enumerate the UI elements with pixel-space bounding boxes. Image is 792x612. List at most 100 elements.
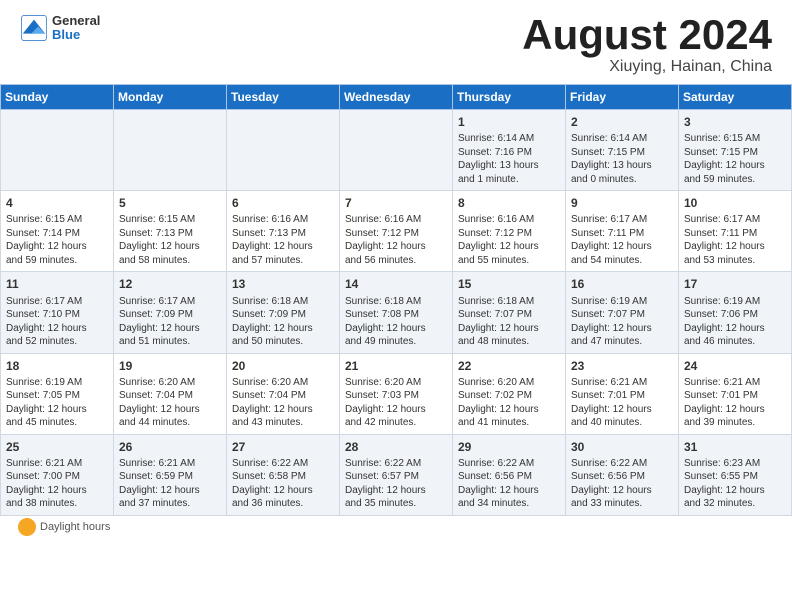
day-number: 17 [684,276,786,292]
calendar-cell: 16 Sunrise: 6:19 AM Sunset: 7:07 PM Dayli… [566,272,679,353]
day-number: 28 [345,439,447,455]
calendar-cell: 18Sunrise: 6:19 AM Sunset: 7:05 PM Dayli… [1,353,114,434]
calendar-week-3: 18Sunrise: 6:19 AM Sunset: 7:05 PM Dayli… [1,353,792,434]
calendar-cell: 28 Sunrise: 6:22 AM Sunset: 6:57 PM Dayli… [340,434,453,515]
day-number: 30 [571,439,673,455]
day-number: 8 [458,195,560,211]
day-info: Sunrise: 6:15 AM Sunset: 7:13 PM Dayligh… [119,213,221,267]
day-number: 15 [458,276,560,292]
day-info: Sunrise: 6:14 AM Sunset: 7:15 PM Dayligh… [571,132,673,186]
page-header: General Blue August 2024 Xiuying, Hainan… [0,0,792,84]
title-block: August 2024 Xiuying, Hainan, China [522,14,772,76]
day-info: Sunrise: 6:21 AM Sunset: 7:01 PM Dayligh… [684,376,786,430]
day-number: 5 [119,195,221,211]
day-info: Sunrise: 6:20 AM Sunset: 7:04 PM Dayligh… [232,376,334,430]
calendar-cell: 23 Sunrise: 6:21 AM Sunset: 7:01 PM Dayli… [566,353,679,434]
day-info: Sunrise: 6:23 AM Sunset: 6:55 PM Dayligh… [684,457,786,511]
calendar-cell: 1Sunrise: 6:14 AM Sunset: 7:16 PM Daylig… [453,110,566,191]
header-cell-wednesday: Wednesday [340,85,453,110]
day-info: Sunrise: 6:18 AM Sunset: 7:07 PM Dayligh… [458,295,560,349]
calendar-cell: 12Sunrise: 6:17 AM Sunset: 7:09 PM Dayli… [114,272,227,353]
footer: Daylight hours [0,516,792,538]
day-info: Sunrise: 6:17 AM Sunset: 7:11 PM Dayligh… [571,213,673,267]
day-number: 20 [232,358,334,374]
day-info: Sunrise: 6:21 AM Sunset: 7:00 PM Dayligh… [6,457,108,511]
day-info: Sunrise: 6:18 AM Sunset: 7:09 PM Dayligh… [232,295,334,349]
calendar-body: 1Sunrise: 6:14 AM Sunset: 7:16 PM Daylig… [1,110,792,516]
day-number: 11 [6,276,108,292]
day-info: Sunrise: 6:19 AM Sunset: 7:06 PM Dayligh… [684,295,786,349]
calendar-cell: 6 Sunrise: 6:16 AM Sunset: 7:13 PM Daylig… [227,191,340,272]
day-info: Sunrise: 6:20 AM Sunset: 7:02 PM Dayligh… [458,376,560,430]
calendar-cell: 15 Sunrise: 6:18 AM Sunset: 7:07 PM Dayli… [453,272,566,353]
header-cell-sunday: Sunday [1,85,114,110]
calendar-cell: 21 Sunrise: 6:20 AM Sunset: 7:03 PM Dayli… [340,353,453,434]
calendar-cell: 5 Sunrise: 6:15 AM Sunset: 7:13 PM Daylig… [114,191,227,272]
calendar-week-2: 11 Sunrise: 6:17 AM Sunset: 7:10 PM Dayli… [1,272,792,353]
day-info: Sunrise: 6:16 AM Sunset: 7:12 PM Dayligh… [458,213,560,267]
day-number: 18 [6,358,108,374]
header-cell-monday: Monday [114,85,227,110]
header-cell-thursday: Thursday [453,85,566,110]
calendar-cell: 17 Sunrise: 6:19 AM Sunset: 7:06 PM Dayli… [679,272,792,353]
day-number: 2 [571,114,673,130]
calendar-cell: 22 Sunrise: 6:20 AM Sunset: 7:02 PM Dayli… [453,353,566,434]
logo: General Blue [20,14,100,43]
daylight-label: Daylight hours [40,521,110,533]
day-info: Sunrise: 6:21 AM Sunset: 7:01 PM Dayligh… [571,376,673,430]
day-number: 12 [119,276,221,292]
calendar-cell [1,110,114,191]
day-number: 21 [345,358,447,374]
calendar-cell: 24 Sunrise: 6:21 AM Sunset: 7:01 PM Dayli… [679,353,792,434]
day-number: 16 [571,276,673,292]
day-info: Sunrise: 6:17 AM Sunset: 7:11 PM Dayligh… [684,213,786,267]
day-number: 7 [345,195,447,211]
calendar-cell: 11 Sunrise: 6:17 AM Sunset: 7:10 PM Dayli… [1,272,114,353]
calendar-cell: 30Sunrise: 6:22 AM Sunset: 6:56 PM Dayli… [566,434,679,515]
calendar-cell: 2 Sunrise: 6:14 AM Sunset: 7:15 PM Daylig… [566,110,679,191]
logo-icon [20,14,48,42]
day-info: Sunrise: 6:15 AM Sunset: 7:14 PM Dayligh… [6,213,108,267]
day-number: 9 [571,195,673,211]
header-row: SundayMondayTuesdayWednesdayThursdayFrid… [1,85,792,110]
day-number: 22 [458,358,560,374]
day-info: Sunrise: 6:14 AM Sunset: 7:16 PM Dayligh… [458,132,560,186]
calendar-cell [114,110,227,191]
calendar-table: SundayMondayTuesdayWednesdayThursdayFrid… [0,84,792,516]
day-info: Sunrise: 6:22 AM Sunset: 6:57 PM Dayligh… [345,457,447,511]
calendar-cell: 14Sunrise: 6:18 AM Sunset: 7:08 PM Dayli… [340,272,453,353]
logo-general: General [52,14,100,28]
day-info: Sunrise: 6:19 AM Sunset: 7:07 PM Dayligh… [571,295,673,349]
day-info: Sunrise: 6:15 AM Sunset: 7:15 PM Dayligh… [684,132,786,186]
day-number: 23 [571,358,673,374]
day-number: 10 [684,195,786,211]
day-info: Sunrise: 6:18 AM Sunset: 7:08 PM Dayligh… [345,295,447,349]
day-info: Sunrise: 6:20 AM Sunset: 7:04 PM Dayligh… [119,376,221,430]
footer-note: Daylight hours [20,520,772,534]
day-info: Sunrise: 6:16 AM Sunset: 7:13 PM Dayligh… [232,213,334,267]
calendar-week-1: 4 Sunrise: 6:15 AM Sunset: 7:14 PM Daylig… [1,191,792,272]
calendar-cell: 20 Sunrise: 6:20 AM Sunset: 7:04 PM Dayli… [227,353,340,434]
day-number: 6 [232,195,334,211]
calendar-week-4: 25Sunrise: 6:21 AM Sunset: 7:00 PM Dayli… [1,434,792,515]
calendar-cell: 27Sunrise: 6:22 AM Sunset: 6:58 PM Dayli… [227,434,340,515]
calendar-cell: 13 Sunrise: 6:18 AM Sunset: 7:09 PM Dayli… [227,272,340,353]
calendar-cell [227,110,340,191]
calendar-cell: 3Sunrise: 6:15 AM Sunset: 7:15 PM Daylig… [679,110,792,191]
day-info: Sunrise: 6:22 AM Sunset: 6:56 PM Dayligh… [458,457,560,511]
day-info: Sunrise: 6:20 AM Sunset: 7:03 PM Dayligh… [345,376,447,430]
day-info: Sunrise: 6:17 AM Sunset: 7:10 PM Dayligh… [6,295,108,349]
calendar-cell [340,110,453,191]
day-number: 4 [6,195,108,211]
calendar-cell: 31 Sunrise: 6:23 AM Sunset: 6:55 PM Dayli… [679,434,792,515]
calendar-cell: 4 Sunrise: 6:15 AM Sunset: 7:14 PM Daylig… [1,191,114,272]
calendar-cell: 10 Sunrise: 6:17 AM Sunset: 7:11 PM Dayli… [679,191,792,272]
day-info: Sunrise: 6:21 AM Sunset: 6:59 PM Dayligh… [119,457,221,511]
calendar-header: SundayMondayTuesdayWednesdayThursdayFrid… [1,85,792,110]
day-number: 26 [119,439,221,455]
day-number: 13 [232,276,334,292]
day-number: 24 [684,358,786,374]
calendar-cell: 25Sunrise: 6:21 AM Sunset: 7:00 PM Dayli… [1,434,114,515]
day-number: 31 [684,439,786,455]
calendar-cell: 8 Sunrise: 6:16 AM Sunset: 7:12 PM Daylig… [453,191,566,272]
